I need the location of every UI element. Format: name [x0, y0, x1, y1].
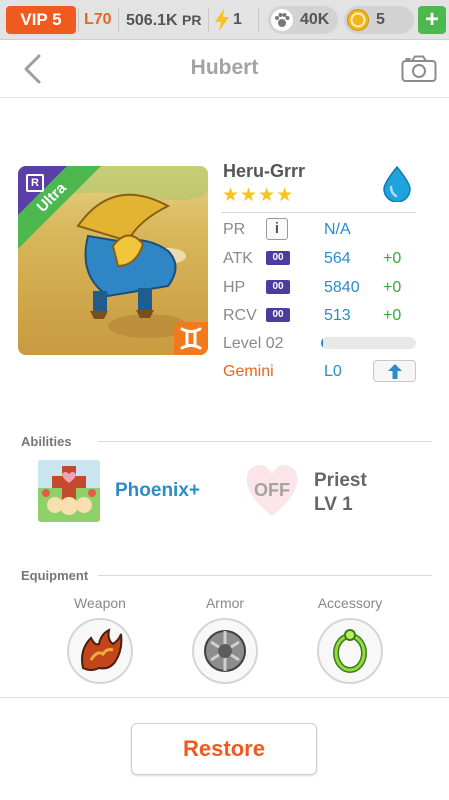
food-value: 40K [300, 11, 330, 28]
skill-name[interactable]: Phoenix+ [115, 480, 200, 502]
rcv-value: 513 [324, 307, 351, 324]
pr-label: PR [223, 221, 246, 238]
divider [208, 8, 209, 32]
level-label: Level 02 [223, 335, 284, 352]
armor-slot[interactable] [192, 618, 258, 684]
pr-value: N/A [324, 221, 351, 238]
paw-icon [271, 9, 293, 31]
pr-info-button[interactable]: i [266, 218, 288, 240]
header: Hubert [0, 40, 449, 98]
atk-label: ATK [223, 250, 253, 267]
star-rating: ★★★★ [222, 185, 295, 206]
hp-value: 5840 [324, 279, 360, 296]
app: VIP 5 L70 506.1K PR 1 40K 5 + Hubert Ult… [0, 0, 449, 800]
skill-icon[interactable] [38, 460, 100, 522]
atk-value: 564 [324, 250, 351, 267]
add-currency-button[interactable]: + [418, 6, 446, 34]
lightning-icon [215, 9, 229, 31]
monster-name: Heru-Grrr [223, 161, 306, 181]
level-progress-fill [321, 337, 323, 349]
phoenix-skill-icon [38, 460, 100, 522]
class-name: Priest [314, 470, 367, 491]
gemini-icon [174, 322, 208, 355]
energy-value: 1 [233, 11, 242, 28]
accessory-slot[interactable] [317, 618, 383, 684]
zodiac-level: L0 [324, 363, 342, 380]
weapon-icon [81, 628, 123, 671]
class-level: LV 1 [314, 494, 353, 515]
section-divider [98, 575, 432, 576]
coin-icon [347, 9, 369, 31]
player-level: L70 [84, 11, 112, 28]
atk-bonus: +0 [383, 250, 402, 267]
vip-badge[interactable]: VIP 5 [6, 6, 76, 34]
armor-label: Armor [205, 595, 245, 611]
armor-icon [204, 630, 246, 672]
accessory-label: Accessory [317, 595, 383, 611]
hp-plus-badge: 00 [266, 280, 290, 294]
rarity-letter-badge: R [26, 174, 44, 192]
monster-portrait[interactable]: Ultra R [18, 166, 208, 355]
rcv-plus-badge: 00 [266, 308, 290, 322]
water-drop-icon [383, 166, 411, 202]
camera-icon[interactable] [401, 55, 437, 83]
arrow-up-icon [388, 364, 402, 379]
weapon-label: Weapon [74, 595, 126, 611]
power-value: 506.1K PR [126, 12, 202, 29]
power-unit: PR [182, 12, 202, 28]
divider [118, 8, 119, 32]
rcv-label: RCV [223, 307, 257, 324]
stats-divider [222, 212, 416, 213]
accessory-icon [333, 629, 367, 673]
weapon-slot[interactable] [67, 618, 133, 684]
heart-toggle[interactable]: OFF [241, 460, 303, 522]
hp-label: HP [223, 279, 246, 296]
toggle-state: OFF [254, 480, 290, 500]
gold-value: 5 [376, 11, 385, 28]
divider [78, 8, 79, 32]
top-status-bar: VIP 5 L70 506.1K PR 1 40K 5 + [0, 0, 449, 40]
equipment-section-title: Equipment [21, 568, 89, 583]
hp-bonus: +0 [383, 279, 402, 296]
atk-plus-badge: 00 [266, 251, 290, 265]
level-progress-bar [321, 337, 416, 349]
section-divider [98, 441, 432, 442]
restore-button[interactable]: Restore [131, 723, 317, 775]
zodiac-upgrade-button[interactable] [373, 360, 416, 382]
abilities-section-title: Abilities [21, 434, 72, 449]
zodiac-label: Gemini [223, 363, 274, 380]
page-title: Hubert [190, 56, 259, 79]
rcv-bonus: +0 [383, 307, 402, 324]
divider [258, 8, 259, 32]
